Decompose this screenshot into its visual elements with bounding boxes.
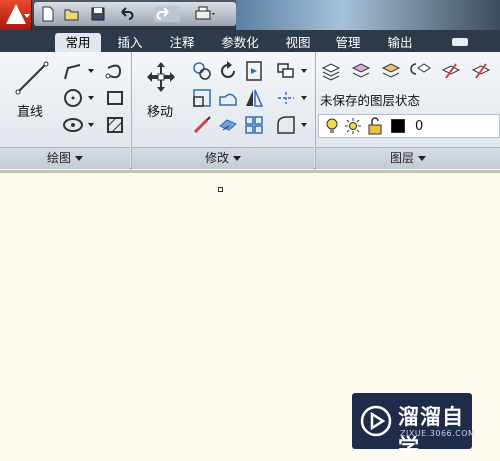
layer-color-fill bbox=[392, 120, 404, 132]
layer-dropdown[interactable]: 0 bbox=[318, 114, 500, 138]
ribbon: 直线 绘图 移动 修改 未保存的图层状态 0 图层 bbox=[0, 52, 500, 169]
layer-previous-icon[interactable] bbox=[410, 60, 432, 82]
layer-state-dropdown[interactable]: 未保存的图层状态 bbox=[320, 90, 420, 109]
sun-icon bbox=[345, 118, 361, 134]
trim-icon[interactable] bbox=[243, 60, 265, 82]
play-logo-icon bbox=[360, 405, 392, 437]
current-layer-name: 0 bbox=[415, 119, 424, 134]
arc-icon[interactable] bbox=[62, 114, 84, 136]
quick-access-bar bbox=[34, 2, 236, 26]
hatch-icon[interactable] bbox=[104, 114, 126, 136]
redo-icon[interactable] bbox=[154, 6, 180, 22]
layer-match-icon[interactable] bbox=[440, 60, 462, 82]
layers-panel-title[interactable]: 图层 bbox=[316, 147, 500, 169]
polyline-icon[interactable] bbox=[62, 60, 84, 82]
chevron-down-icon bbox=[233, 156, 241, 161]
scale-icon[interactable] bbox=[191, 87, 213, 109]
chevron-down-icon bbox=[24, 14, 30, 18]
explode-icon[interactable] bbox=[275, 87, 297, 109]
spline-icon[interactable] bbox=[104, 60, 126, 82]
autocad-logo-icon bbox=[6, 4, 26, 24]
print-icon[interactable] bbox=[194, 6, 216, 22]
circle-icon[interactable] bbox=[62, 87, 84, 109]
title-bar-background bbox=[236, 0, 500, 30]
chevron-down-icon bbox=[418, 156, 426, 161]
stretch-icon[interactable] bbox=[217, 87, 239, 109]
modify-panel-title[interactable]: 修改 bbox=[132, 147, 314, 169]
watermark-url: ZIXUE.3066.COM bbox=[400, 429, 476, 438]
fillet-icon[interactable] bbox=[191, 114, 213, 136]
layer-isolate-icon[interactable] bbox=[380, 60, 402, 82]
layer-properties-icon[interactable] bbox=[320, 60, 342, 82]
copy-icon[interactable] bbox=[191, 60, 213, 82]
layer-color-swatch bbox=[391, 119, 405, 133]
tab-manage[interactable]: 管理 bbox=[326, 33, 370, 52]
chevron-down-icon[interactable] bbox=[301, 69, 307, 73]
crosshair-pickbox bbox=[218, 187, 223, 192]
mirror-icon[interactable] bbox=[243, 87, 265, 109]
layers-panel-label: 图层 bbox=[389, 151, 414, 165]
chevron-down-icon[interactable] bbox=[88, 96, 94, 100]
rectangle-icon[interactable] bbox=[104, 87, 126, 109]
draw-panel-label: 绘图 bbox=[46, 151, 71, 165]
tab-insert[interactable]: 插入 bbox=[108, 33, 152, 52]
tab-parametric[interactable]: 参数化 bbox=[212, 33, 268, 52]
move-button-label[interactable]: 移动 bbox=[147, 101, 173, 120]
new-file-icon[interactable] bbox=[40, 6, 56, 22]
line-button-label[interactable]: 直线 bbox=[17, 101, 43, 120]
chevron-down-icon bbox=[75, 156, 83, 161]
chamfer-icon[interactable] bbox=[275, 114, 297, 136]
tab-annotate[interactable]: 注释 bbox=[160, 33, 204, 52]
lightbulb-icon bbox=[326, 118, 338, 133]
unlock-icon bbox=[368, 117, 382, 135]
array-icon[interactable] bbox=[243, 114, 265, 136]
rotate-icon[interactable] bbox=[217, 60, 239, 82]
ribbon-minimize-button[interactable] bbox=[452, 38, 468, 46]
drawing-area-border bbox=[0, 170, 500, 173]
modify-panel-label: 修改 bbox=[204, 151, 229, 165]
chevron-down-icon[interactable] bbox=[88, 69, 94, 73]
draw-panel-title[interactable]: 绘图 bbox=[0, 147, 130, 169]
watermark: 溜溜自学 ZIXUE.3066.COM bbox=[352, 393, 476, 459]
tab-output[interactable]: 输出 bbox=[378, 33, 422, 52]
tab-home[interactable]: 常用 bbox=[55, 33, 101, 52]
undo-icon[interactable] bbox=[118, 6, 134, 22]
ribbon-tabs: 常用 插入 注释 参数化 视图 管理 输出 bbox=[0, 30, 500, 52]
layer-state-icon[interactable] bbox=[350, 60, 372, 82]
save-icon[interactable] bbox=[90, 6, 106, 22]
erase-icon[interactable] bbox=[275, 60, 297, 82]
chevron-down-icon[interactable] bbox=[301, 123, 307, 127]
tab-view[interactable]: 视图 bbox=[276, 33, 320, 52]
chevron-down-icon[interactable] bbox=[88, 123, 94, 127]
move-icon[interactable] bbox=[144, 60, 178, 94]
open-folder-icon[interactable] bbox=[64, 6, 80, 22]
layer-walk-icon[interactable] bbox=[470, 60, 492, 82]
line-icon[interactable] bbox=[14, 60, 50, 96]
offset-icon[interactable] bbox=[217, 114, 239, 136]
chevron-down-icon[interactable] bbox=[301, 96, 307, 100]
quick-access-toolbar bbox=[0, 0, 500, 30]
application-menu-button[interactable] bbox=[0, 0, 32, 30]
